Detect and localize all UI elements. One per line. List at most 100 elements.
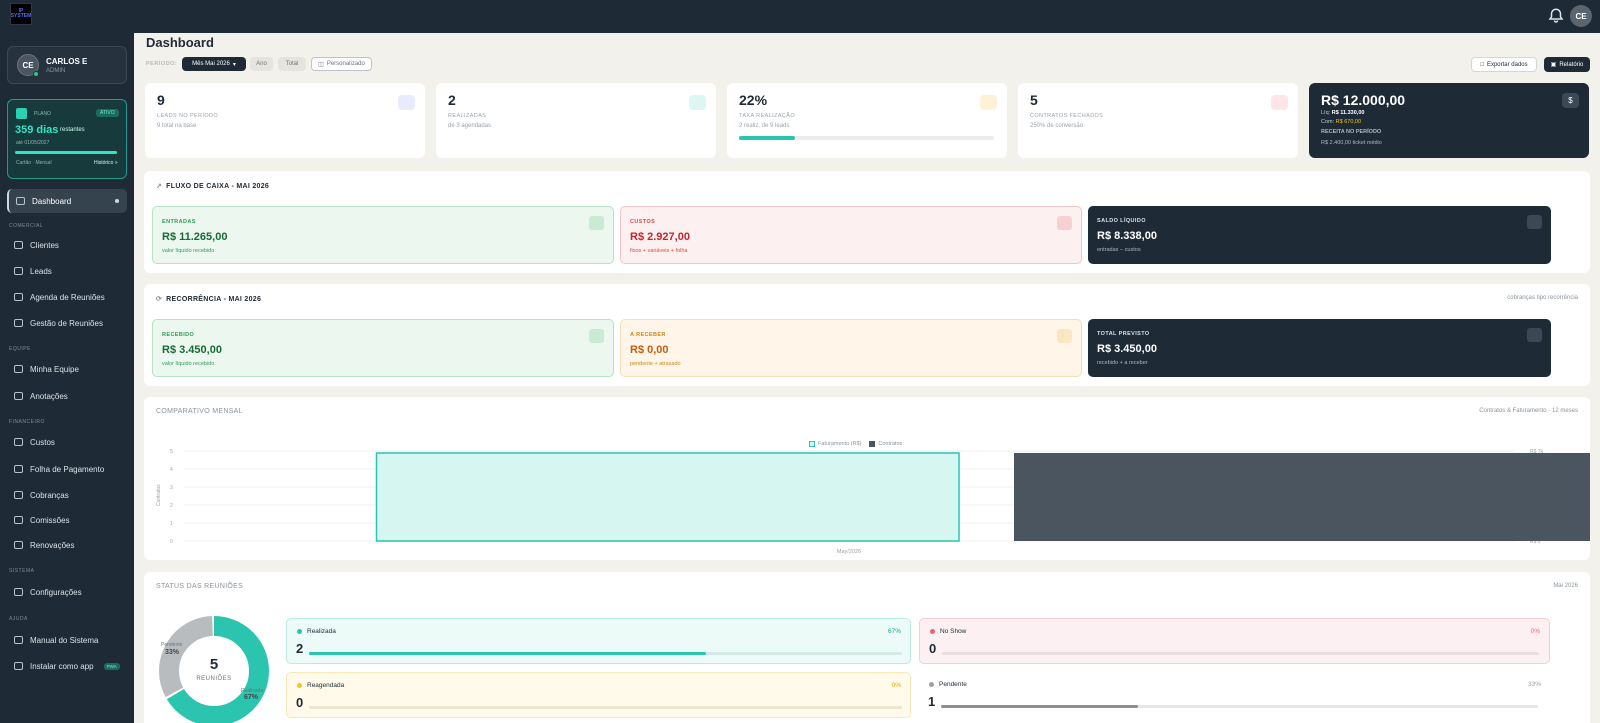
nav-section-ajuda: AJUDA [9,616,28,622]
bar-contratos [1014,453,1590,541]
invoice-icon [14,491,23,499]
user-plus-icon [14,267,23,275]
status-card-pendente: Pendente 33% 1 [919,672,1550,718]
sidebar-item-clientes[interactable]: Clientes [7,233,127,257]
sidebar-item-anotacoes[interactable]: Anotações [7,384,127,408]
taxa-progress-bar [739,136,994,140]
card-subtext: recebido + a receber [1097,360,1148,366]
team-icon [14,365,23,373]
period-chip-personalizado[interactable]: ◫ Personalizado [311,57,372,71]
sidebar-item-label: Dashboard [32,196,72,206]
sidebar-item-cobrancas[interactable]: Cobranças [7,483,127,507]
minus-circle-icon [1057,216,1072,230]
kpi-subtext: 9 total na base [157,123,197,129]
status-name: Realizada [297,628,336,635]
y-axis-label-left: Contratos [156,484,162,506]
file-icon: ▣ [1550,62,1557,68]
calendar-list-icon [14,319,23,327]
nav-section-financeiro: FINANCEIRO [9,419,45,425]
kpi-card-contratos: 5 CONTRATOS FECHADOS 250% de conversão [1018,83,1298,158]
status-count: 1 [928,694,936,709]
receita-comissao-label: Com: [1321,119,1335,125]
status-dot [929,682,934,687]
status-name: Reagendada [297,682,344,689]
report-button[interactable]: ▣ Relatório [1544,57,1590,72]
plan-history-link[interactable]: Histórico » [94,160,118,166]
sidebar-item-custos[interactable]: Custos [7,430,127,454]
status-dot [297,629,302,634]
y-tick-label-left: 0 [170,539,173,545]
sidebar-item-manual[interactable]: Manual do Sistema [7,628,127,652]
period-chip-ano[interactable]: Ano [250,57,273,71]
sidebar-item-equipe[interactable]: Minha Equipe [7,357,127,381]
plan-progress-bar [15,151,117,154]
chevron-down-icon: ▾ [232,61,236,68]
y-tick-label-left: 4 [170,467,173,473]
status-name: No Show [930,628,966,635]
kpi-value: 5 [1030,92,1038,108]
sidebar-item-label: Configurações [30,587,82,597]
card-subtext: fixos + variáveis + folha [630,248,688,254]
sidebar-item-instalar[interactable]: Instalar como app PWA [7,654,127,678]
sidebar-item-configuracoes[interactable]: Configurações [7,580,127,604]
user-role: ADMIN [46,68,66,74]
kpi-subtext: 2 realiz. de 9 leads [739,123,790,129]
status-pct: 0% [891,682,901,689]
top-user-avatar[interactable]: CE [1570,5,1592,27]
recurrence-note: cobranças tipo recorrência [1507,295,1578,301]
card-value: R$ 11.265,00 [162,231,228,243]
sidebar-item-label: Cobranças [30,490,69,500]
app-logo[interactable]: IP SYSTEM [10,3,32,25]
money-icon [14,438,23,446]
export-data-button[interactable]: □ Exportar dados [1471,57,1537,72]
online-status-dot [33,71,39,77]
receita-liquida-label: Líq: [1321,110,1331,116]
recurrence-section: ⟳ RECORRÊNCIA - MAI 2026 cobranças tipo r… [144,284,1590,386]
period-chip-mes[interactable]: Mês Mai 2026 ▾ [182,57,246,71]
check-circle-icon [589,216,604,230]
status-dot [297,683,302,688]
card-label: ENTRADAS [162,219,196,225]
sidebar-item-label: Gestão de Reuniões [30,318,103,328]
plan-status-badge: ATIVO [96,109,119,117]
kpi-card-leads: 9 LEADS NO PERÍODO 9 total na base [145,83,425,158]
card-label: A RECEBER [630,332,666,338]
chip-label: Mês Mai 2026 [192,61,230,67]
user-card[interactable]: CE CARLOS E ADMIN [7,46,127,84]
status-title: STATUS DAS REUNIÕES [156,583,244,590]
user-name: CARLOS E [46,57,88,66]
sidebar-item-label: Clientes [30,240,59,250]
recurrence-receber-card: A RECEBER R$ 0,00 pendente + atrasado [620,319,1082,377]
status-bar [941,705,1538,708]
sidebar-item-label: Renovações [30,540,75,550]
recurrence-previsto-card: TOTAL PREVISTO R$ 3.450,00 recebido + a … [1088,319,1551,377]
cashflow-entradas-card: ENTRADAS R$ 11.265,00 valor líquido rece… [152,206,614,264]
card-value: R$ 3.450,00 [1097,343,1157,355]
chart-line-icon: ↗ [156,183,163,190]
sidebar-item-agenda[interactable]: Agenda de Reuniões [7,285,127,309]
sidebar-item-leads[interactable]: Leads [7,259,127,283]
calendar-check-icon [689,95,706,110]
button-label: Relatório [1559,61,1584,68]
sidebar-item-folha[interactable]: Folha de Pagamento [7,457,127,481]
nav-section-sistema: SISTEMA [9,568,35,574]
sidebar-item-gestao[interactable]: Gestão de Reuniões [7,311,127,335]
main-content: Dashboard PERÍODO: Mês Mai 2026 ▾ Ano Tot… [134,33,1600,723]
chip-label: Personalizado [326,61,365,67]
sidebar-item-comissoes[interactable]: Comissões [7,508,127,532]
plan-days-remaining: 359 dias [15,124,59,136]
bell-icon[interactable] [1547,7,1565,25]
sidebar-item-renovacoes[interactable]: Renovações [7,533,127,557]
page-title: Dashboard [146,35,214,50]
status-name-text: No Show [940,628,967,635]
status-count: 0 [296,695,304,710]
status-bar-fill [309,652,707,655]
period-chip-total[interactable]: Total [278,57,306,71]
sidebar: CE CARLOS E ADMIN PLANO ATIVO 359 dias r… [0,33,134,723]
status-dot [930,629,935,634]
card-label: CUSTOS [630,219,656,225]
bar-faturamento [375,452,960,542]
plan-card: PLANO ATIVO 359 dias restantes até 01/05… [7,99,127,179]
sidebar-item-dashboard[interactable]: Dashboard [7,189,127,213]
receita-comissao-value: R$ 670,00 [1335,119,1362,125]
